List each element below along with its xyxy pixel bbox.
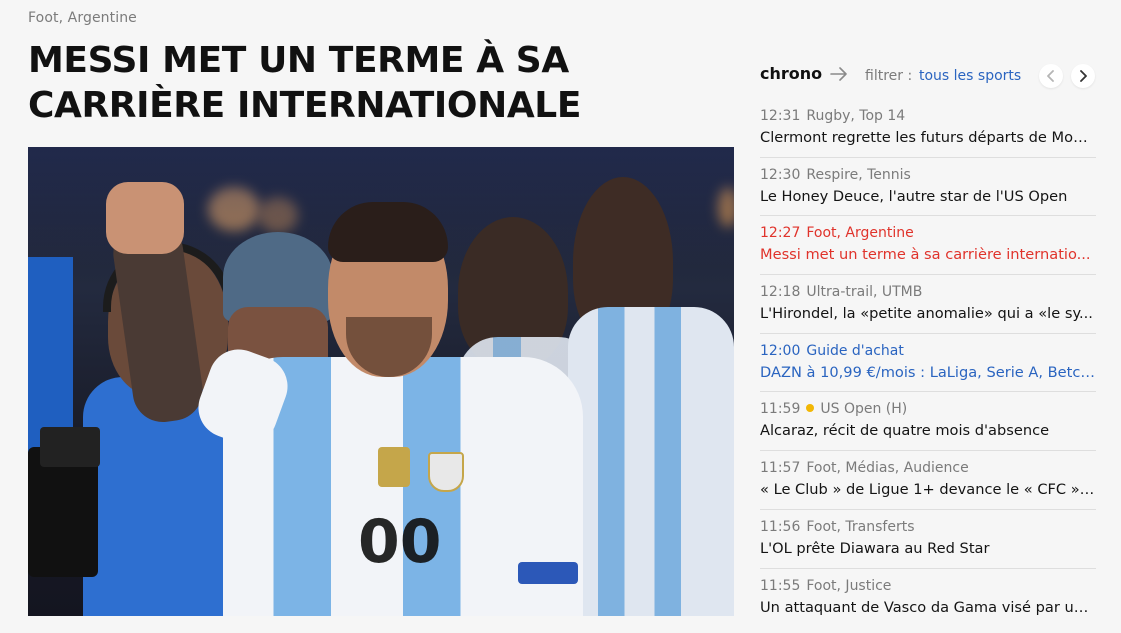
feed-title[interactable]: Alcaraz, récit de quatre mois d'absence <box>760 420 1096 442</box>
feed-time: 12:18 <box>760 284 801 301</box>
feed-item[interactable]: 12:18 Ultra-trail, UTMB L'Hirondel, la «p… <box>760 275 1096 334</box>
article-photo: 00 <box>28 147 734 616</box>
feed-title[interactable]: Messi met un terme à sa carrière interna… <box>760 244 1096 266</box>
feed-category: US Open (H) <box>820 401 908 418</box>
feed-time: 11:57 <box>760 460 801 477</box>
feed-category: Foot, Médias, Audience <box>806 460 969 477</box>
feed-category: Rugby, Top 14 <box>806 108 906 124</box>
arrow-right-icon[interactable] <box>830 67 848 81</box>
feed-item-live[interactable]: 11:59 US Open (H) Alcaraz, récit de quatr… <box>760 392 1096 452</box>
feed-item-current[interactable]: 12:27 Foot, Argentine Messi met un terme … <box>760 216 1096 276</box>
chrono-panel: chrono filtrer : tous les sports 12:31 Ru… <box>760 0 1096 633</box>
feed-item[interactable]: 11:57 Foot, Médias, Audience « Le Club » … <box>760 451 1096 510</box>
feed-time: 11:56 <box>760 518 801 535</box>
feed-title[interactable]: L'OL prête Diawara au Red Star <box>760 538 1096 560</box>
feed-category: Foot, Justice <box>806 577 892 594</box>
feed-time: 12:30 <box>760 166 801 183</box>
feed-time: 12:27 <box>760 225 801 242</box>
feed-title[interactable]: DAZN à 10,99 €/mois : LaLiga, Serie A, B… <box>760 362 1096 384</box>
feed-category: Ultra-trail, UTMB <box>806 284 923 301</box>
feed-item[interactable]: 11:55 Foot, Justice Un attaquant de Vasco… <box>760 569 1096 628</box>
feed-category: Foot, Transferts <box>806 518 915 535</box>
feed-time: 11:55 <box>760 577 801 594</box>
feed-item[interactable]: 11:56 Foot, Transferts L'OL prête Diawara… <box>760 510 1096 569</box>
feed-category: Respire, Tennis <box>806 166 911 183</box>
feed-item[interactable]: 12:30 Respire, Tennis Le Honey Deuce, l'a… <box>760 158 1096 217</box>
feed-title[interactable]: Le Honey Deuce, l'autre star de l'US Ope… <box>760 186 1096 208</box>
feed-time: 12:31 <box>760 108 801 124</box>
live-dot-icon <box>806 404 815 413</box>
feed-item-promo[interactable]: 12:00 Guide d'achat DAZN à 10,99 €/mois :… <box>760 334 1096 393</box>
next-button[interactable] <box>1071 64 1095 88</box>
feed-category: Foot, Argentine <box>806 225 914 242</box>
feed-title[interactable]: Un attaquant de Vasco da Gama visé par u… <box>760 597 1096 619</box>
feed-title[interactable]: Clermont regrette les futurs départs de … <box>760 127 1096 149</box>
chevron-right-icon <box>1080 70 1087 82</box>
filter-sport-select[interactable]: tous les sports <box>919 68 1021 84</box>
feed-item[interactable]: 12:31 Rugby, Top 14 Clermont regrette les… <box>760 99 1096 158</box>
feed-title[interactable]: L'Hirondel, la «petite anomalie» qui a «… <box>760 303 1096 325</box>
chrono-title[interactable]: chrono <box>760 64 822 83</box>
filter-label: filtrer : <box>865 68 913 84</box>
feed-category: Guide d'achat <box>806 342 904 359</box>
feed-time: 11:59 <box>760 401 801 418</box>
article-headline: MESSI MET UN TERME À SA CARRIÈRE INTERNA… <box>28 40 582 126</box>
article-kicker[interactable]: Foot, Argentine <box>28 10 137 26</box>
chrono-feed: 12:31 Rugby, Top 14 Clermont regrette les… <box>760 99 1096 627</box>
feed-title[interactable]: « Le Club » de Ligue 1+ devance le « CFC… <box>760 479 1096 501</box>
chrono-header: chrono filtrer : tous les sports <box>760 64 1096 90</box>
previous-button[interactable] <box>1039 64 1063 88</box>
chevron-left-icon <box>1047 70 1054 82</box>
feed-time: 12:00 <box>760 342 801 359</box>
